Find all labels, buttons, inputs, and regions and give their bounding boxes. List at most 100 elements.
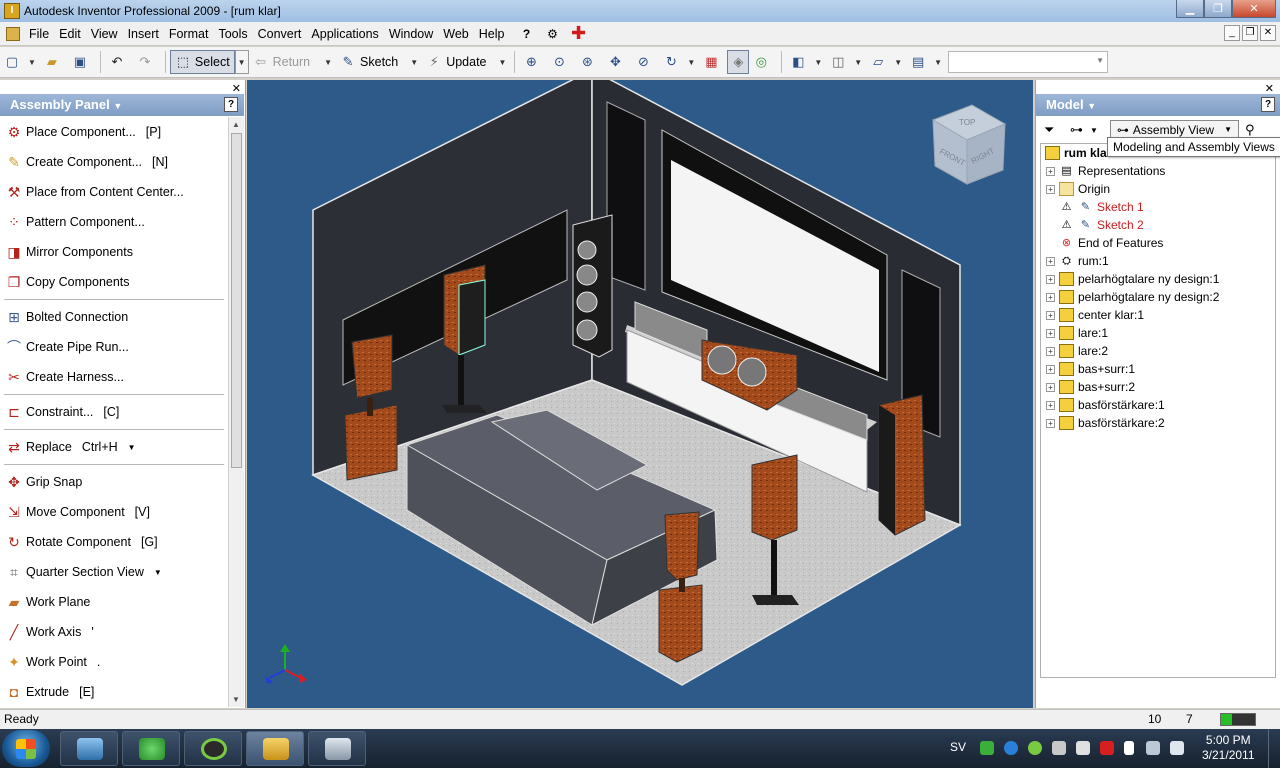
create-harness-item[interactable]: ✂ Create Harness...	[0, 362, 228, 392]
document-menu-icon[interactable]	[6, 26, 20, 41]
mirror-components-item[interactable]: ◨ Mirror Components	[0, 237, 228, 267]
pattern-component-item[interactable]: ⁘ Pattern Component...	[0, 207, 228, 237]
start-button[interactable]	[2, 730, 50, 767]
close-button[interactable]: ✕	[1232, 0, 1276, 18]
expand-icon[interactable]: +	[1046, 328, 1055, 338]
browser-help-icon[interactable]: ?	[1261, 97, 1275, 112]
tray-arrow-icon[interactable]	[1076, 741, 1090, 755]
constraint-item[interactable]: ⊏ Constraint... [C]	[0, 397, 228, 427]
menu-web[interactable]: Web	[438, 27, 473, 41]
place-component-item[interactable]: ⚙ Place Component... [P]	[0, 117, 228, 147]
maximize-button[interactable]: ❐	[1204, 0, 1232, 18]
scroll-down-icon[interactable]: ▼	[232, 695, 240, 704]
scrollbar-thumb[interactable]	[231, 133, 242, 468]
tree-item-bas-surr-2[interactable]: + bas+surr:2	[1041, 378, 1275, 396]
tree-item-tower-speaker-2[interactable]: + pelarhögtalare ny design:2	[1041, 288, 1275, 306]
display-mode-button[interactable]: ◧ ▼	[786, 50, 826, 74]
assembly-panel-scrollbar[interactable]: ▲ ▼	[228, 117, 244, 707]
expand-icon[interactable]: +	[1046, 364, 1055, 374]
return-button[interactable]: ⇦ Return ▼	[249, 50, 336, 74]
bolted-connection-item[interactable]: ⊞ Bolted Connection	[0, 302, 228, 332]
work-axis-item[interactable]: ╱ Work Axis '	[0, 617, 228, 647]
doc-restore-button[interactable]: ❐	[1242, 25, 1258, 41]
quarter-section-view-item[interactable]: ⌗ Quarter Section View ▼	[0, 557, 228, 587]
zoom-selected-button[interactable]: ⊘	[631, 50, 659, 74]
tray-power-icon[interactable]	[1004, 741, 1018, 755]
tree-item-origin[interactable]: + Origin	[1041, 180, 1275, 198]
show-desktop-button[interactable]	[1268, 729, 1280, 768]
model-browser-header[interactable]: Model ▼ ?	[1036, 94, 1280, 116]
expand-icon[interactable]: +	[1046, 292, 1055, 302]
expand-icon[interactable]: +	[1046, 346, 1055, 356]
menu-convert[interactable]: Convert	[253, 27, 307, 41]
redo-button[interactable]: ↷	[133, 50, 161, 74]
copy-components-item[interactable]: ❐ Copy Components	[0, 267, 228, 297]
expand-icon[interactable]: +	[1046, 256, 1055, 266]
menu-tools[interactable]: Tools	[213, 27, 252, 41]
minimize-button[interactable]: ▁	[1176, 0, 1204, 18]
section-view-button[interactable]: ▱ ▼	[866, 50, 906, 74]
doc-close-button[interactable]: ✕	[1260, 25, 1276, 41]
expand-icon[interactable]: +	[1046, 310, 1055, 320]
expand-icon[interactable]: +	[1046, 166, 1055, 176]
tree-item-sketch-1[interactable]: ⚠ ✎ Sketch 1	[1041, 198, 1275, 216]
update-button[interactable]: ⚡ Update ▼	[422, 50, 510, 74]
panel-help-icon[interactable]: ?	[224, 97, 238, 112]
whats-this-icon[interactable]: ⚙	[543, 27, 561, 41]
toolbar-combo-box[interactable]: ▼	[948, 51, 1108, 73]
taskbar-messenger[interactable]	[122, 731, 180, 766]
save-button[interactable]: ▣	[68, 50, 96, 74]
taskbar-inventor[interactable]	[246, 731, 304, 766]
zoom-window-button[interactable]: ⊙	[547, 50, 575, 74]
camera-button[interactable]: ◫ ▼	[826, 50, 866, 74]
menu-file[interactable]: File	[24, 27, 54, 41]
expand-icon[interactable]: +	[1046, 382, 1055, 392]
viewcube[interactable]: TOP FRONT RIGHT	[931, 104, 1007, 185]
tray-app-icon[interactable]	[980, 741, 994, 755]
rotate-component-item[interactable]: ↻ Rotate Component [G]	[0, 527, 228, 557]
taskbar-remote-desktop[interactable]	[60, 731, 118, 766]
tray-flag-icon[interactable]	[1124, 741, 1134, 755]
expand-icon[interactable]: +	[1046, 418, 1055, 428]
tree-item-representations[interactable]: + ▤ Representations	[1041, 162, 1275, 180]
move-component-item[interactable]: ⇲ Move Component [V]	[0, 497, 228, 527]
tray-network-app-icon[interactable]	[1052, 741, 1066, 755]
section-dropdown-icon[interactable]: ▼	[154, 568, 162, 577]
pan-button[interactable]: ✥	[603, 50, 631, 74]
tray-network-icon[interactable]	[1146, 741, 1160, 755]
tree-item-sketch-2[interactable]: ⚠ ✎ Sketch 2	[1041, 216, 1275, 234]
assembly-panel-header[interactable]: Assembly Panel ▼ ?	[0, 94, 244, 116]
menu-format[interactable]: Format	[164, 27, 214, 41]
zoom-button[interactable]: ⊛	[575, 50, 603, 74]
scroll-up-icon[interactable]: ▲	[232, 120, 240, 129]
new-button[interactable]: ▢ ▼	[0, 50, 40, 74]
sketch-button[interactable]: ✎ Sketch ▼	[336, 50, 422, 74]
select-button[interactable]: ⬚ Select	[169, 50, 235, 74]
select-dropdown[interactable]: ▼	[234, 50, 249, 74]
orbit-button[interactable]: ↻ ▼	[659, 50, 699, 74]
tree-item-tower-speaker-1[interactable]: + pelarhögtalare ny design:1	[1041, 270, 1275, 288]
shaded-display-button[interactable]: ◈	[727, 50, 750, 74]
undo-button[interactable]: ↶	[105, 50, 133, 74]
tree-item-lare-2[interactable]: + lare:2	[1041, 342, 1275, 360]
taskbar-spotify[interactable]	[184, 731, 242, 766]
menu-help[interactable]: Help	[474, 27, 510, 41]
menu-view[interactable]: View	[86, 27, 123, 41]
tree-item-bas-surr-1[interactable]: + bas+surr:1	[1041, 360, 1275, 378]
language-indicator[interactable]: SV	[950, 740, 966, 754]
tray-spotify-icon[interactable]	[1028, 741, 1042, 755]
replace-item[interactable]: ⇄ Replace Ctrl+H ▼	[0, 432, 228, 462]
tray-volume-icon[interactable]	[1170, 741, 1184, 755]
create-component-item[interactable]: ✎ Create Component... [N]	[0, 147, 228, 177]
expand-icon[interactable]: +	[1046, 274, 1055, 284]
ground-shadow-button[interactable]: ◎	[749, 50, 777, 74]
doc-minimize-button[interactable]: _	[1224, 25, 1240, 41]
tree-item-rum-1[interactable]: + ⛭ rum:1	[1041, 252, 1275, 270]
menu-edit[interactable]: Edit	[54, 27, 86, 41]
inventor-app-icon[interactable]: I	[4, 3, 20, 19]
tree-item-center[interactable]: + center klar:1	[1041, 306, 1275, 324]
tree-item-end-of-features[interactable]: ⊗ End of Features	[1041, 234, 1275, 252]
create-pipe-run-item[interactable]: ⌒ Create Pipe Run...	[0, 332, 228, 362]
hierarchy-dropdown-icon[interactable]: ▼	[1090, 126, 1098, 135]
open-button[interactable]: ▰	[40, 50, 68, 74]
